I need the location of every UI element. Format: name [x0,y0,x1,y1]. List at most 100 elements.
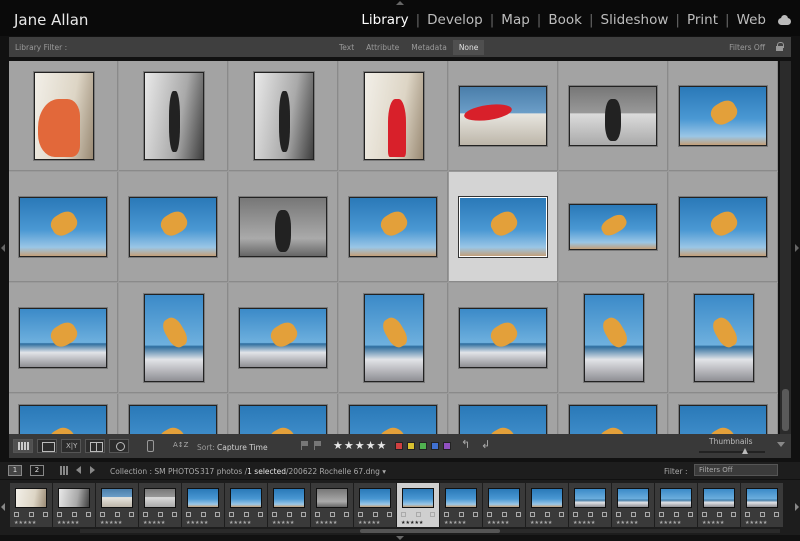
selected-file-name[interactable]: /200622 Rochelle 67.dng ▾ [286,467,386,476]
photo-thumbnail[interactable] [19,308,107,368]
filmstrip-rating-stars[interactable]: ★★★★★ [745,520,767,526]
grid-cell[interactable] [339,394,448,434]
thumbnail-badge-icon[interactable] [473,512,478,517]
filmstrip-thumbnail[interactable] [703,488,735,508]
survey-view-icon[interactable] [85,439,105,453]
rotate-left-icon[interactable]: ↰ [461,439,472,450]
grid-cell[interactable] [229,394,338,434]
photo-thumbnail[interactable] [459,405,547,434]
grid-cell[interactable] [669,394,778,434]
filmstrip-rating-stars[interactable]: ★★★★★ [100,520,122,526]
photo-thumbnail[interactable] [679,405,767,434]
thumbnail-badge-icon[interactable] [587,512,593,517]
photo-thumbnail[interactable] [679,197,767,257]
rating-stars[interactable]: ★★★★★ [333,439,387,452]
color-label-yellow[interactable] [407,442,415,450]
filmstrip-thumbnail[interactable] [187,488,219,508]
thumbnail-badge-icon[interactable] [659,512,664,517]
thumbnail-badge-icon[interactable] [14,512,19,517]
filmstrip-thumbnail[interactable] [402,488,434,508]
thumbnail-badge-icon[interactable] [172,512,177,517]
filmstrip-cell[interactable]: ★★★★★ [698,483,740,527]
filter-metadata[interactable]: Metadata [405,40,453,55]
filmstrip-cell[interactable]: ★★★★★ [354,483,396,527]
thumbnail-badge-icon[interactable] [602,512,607,517]
filter-none[interactable]: None [452,40,485,55]
grid-cell[interactable] [559,61,668,171]
thumbnail-badge-icon[interactable] [86,512,91,517]
grid-cell[interactable] [229,283,338,393]
photo-thumbnail[interactable] [239,308,327,368]
collapse-left-panel-icon[interactable] [1,244,5,252]
photo-thumbnail[interactable] [349,197,437,257]
thumbnail-badge-icon[interactable] [501,512,507,517]
photo-thumbnail[interactable] [239,197,327,257]
grid-cell[interactable] [119,61,228,171]
photo-thumbnail[interactable] [129,405,217,434]
grid-scroll-thumb[interactable] [782,389,789,431]
thumbnail-badge-icon[interactable] [544,512,550,517]
color-label-red[interactable] [395,442,403,450]
grid-cell[interactable] [449,394,558,434]
thumbnail-badge-icon[interactable] [673,512,679,517]
grid-cell[interactable] [449,172,558,282]
filmstrip-rating-stars[interactable]: ★★★★★ [530,520,552,526]
grid-cell[interactable] [229,172,338,282]
filmstrip-thumbnail[interactable] [617,488,649,508]
thumbnail-badge-icon[interactable] [157,512,163,517]
filmstrip-cell[interactable]: ★★★★★ [483,483,525,527]
thumbnail-badge-icon[interactable] [616,512,621,517]
filmstrip-rating-stars[interactable]: ★★★★★ [702,520,724,526]
grid-cell[interactable] [9,283,118,393]
photo-thumbnail[interactable] [569,204,657,250]
filmstrip-cell[interactable]: ★★★★★ [268,483,310,527]
photo-thumbnail[interactable] [144,72,204,160]
thumbnail-badge-icon[interactable] [702,512,707,517]
loupe-view-icon[interactable] [37,439,57,453]
photo-thumbnail[interactable] [364,294,424,382]
filmstrip-cell[interactable]: ★★★★★ [440,483,482,527]
filmstrip-thumbnail[interactable] [101,488,133,508]
thumbnail-badge-icon[interactable] [344,512,349,517]
filmstrip-rating-stars[interactable]: ★★★★★ [616,520,638,526]
filmstrip-cell[interactable]: ★★★★★ [569,483,611,527]
filmstrip-cell[interactable]: ★★★★★ [311,483,353,527]
filmstrip-cell[interactable]: ★★★★★ [10,483,52,527]
grid-cell[interactable] [9,394,118,434]
thumbnail-badge-icon[interactable] [688,512,693,517]
filmstrip-cell[interactable]: ★★★★★ [139,483,181,527]
thumbnail-badge-icon[interactable] [215,512,220,517]
module-book[interactable]: Book [548,12,582,28]
thumbnail-badge-icon[interactable] [143,512,148,517]
thumbnail-badge-icon[interactable] [372,512,378,517]
photo-thumbnail[interactable] [144,294,204,382]
filmstrip-thumbnail[interactable] [574,488,606,508]
thumbnail-slider-knob[interactable] [742,448,749,454]
filmstrip-rating-stars[interactable]: ★★★★★ [573,520,595,526]
thumbnail-badge-icon[interactable] [57,512,62,517]
thumbnail-badge-icon[interactable] [731,512,736,517]
grid-view-icon[interactable] [13,439,33,453]
grid-cell[interactable] [9,172,118,282]
filmstrip-rating-stars[interactable]: ★★★★★ [401,520,423,526]
thumbnail-badge-icon[interactable] [458,512,464,517]
color-label-green[interactable] [419,442,427,450]
grid-cell[interactable] [669,172,778,282]
filmstrip-cell[interactable]: ★★★★★ [182,483,224,527]
module-print[interactable]: Print [687,12,718,28]
thumbnail-badge-icon[interactable] [530,512,535,517]
color-label-blue[interactable] [431,442,439,450]
painter-icon[interactable] [147,440,154,452]
photo-thumbnail[interactable] [694,294,754,382]
filmstrip-rating-stars[interactable]: ★★★★★ [659,520,681,526]
filmstrip-cell[interactable]: ★★★★★ [53,483,95,527]
filmstrip-rating-stars[interactable]: ★★★★★ [444,520,466,526]
grid-cell[interactable] [119,172,228,282]
grid-cell[interactable] [559,394,668,434]
thumbnail-badge-icon[interactable] [516,512,521,517]
photo-thumbnail[interactable] [34,72,94,160]
toolbar-content-menu-icon[interactable] [777,442,785,447]
thumbnail-badge-icon[interactable] [100,512,105,517]
thumbnail-badge-icon[interactable] [200,512,206,517]
thumbnail-badge-icon[interactable] [716,512,722,517]
